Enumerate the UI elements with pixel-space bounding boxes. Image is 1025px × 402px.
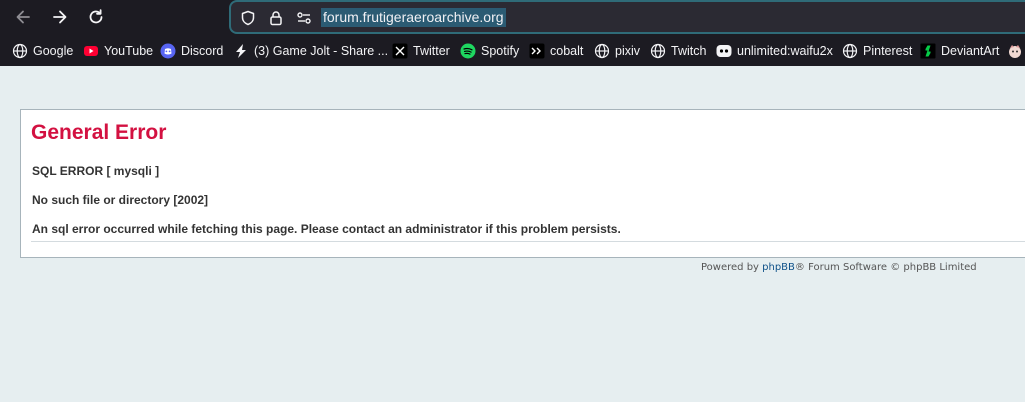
bookmark-label: pixiv (615, 44, 641, 58)
cobalt-icon (529, 43, 545, 59)
footer-suffix: ® Forum Software © phpBB Limited (794, 262, 977, 273)
youtube-icon (83, 43, 99, 59)
phpbb-link[interactable]: phpBB (762, 262, 795, 273)
bookmark-cobalt[interactable]: cobalt (529, 41, 583, 61)
lock-icon[interactable] (267, 9, 285, 27)
bookmark-pinterest[interactable]: Pinterest (842, 41, 912, 61)
globe-icon (842, 43, 858, 59)
bookmark-discord[interactable]: Discord (160, 41, 223, 61)
back-button[interactable] (9, 3, 37, 31)
error-detail-text: No such file or directory [2002] (32, 193, 209, 207)
bookmark-label: Spotify (481, 44, 520, 58)
globe-icon (12, 43, 28, 59)
bookmarks-bar: Google YouTube Discord (3) Game Jolt - S… (0, 38, 1025, 64)
page-title: General Error (31, 121, 167, 144)
bookmark-label: Discord (181, 44, 224, 58)
globe-icon (650, 43, 666, 59)
reload-button[interactable] (82, 3, 110, 31)
pet-icon (1007, 43, 1023, 59)
bookmark-youtube[interactable]: YouTube (83, 41, 153, 61)
bookmark-twitter[interactable]: Twitter (392, 41, 450, 61)
bookmark-waifu2x[interactable]: unlimited:waifu2x (716, 41, 833, 61)
bookmark-label: cobalt (550, 44, 584, 58)
forward-button[interactable] (46, 3, 74, 31)
bookmark-google[interactable]: Google (12, 41, 73, 61)
deviantart-icon (920, 43, 936, 59)
bookmark-label: YouTube (104, 44, 154, 58)
browser-chrome: forum.frutigeraeroarchive.org Google You… (0, 0, 1025, 66)
bookmark-label: Twitter (413, 44, 450, 58)
arrow-left-icon (16, 10, 30, 24)
bookmark-spotify[interactable]: Spotify (460, 41, 519, 61)
discord-icon (160, 43, 176, 59)
address-bar[interactable]: forum.frutigeraeroarchive.org (229, 0, 1025, 34)
bookmark-label: Twitch (671, 44, 707, 58)
bookmark-deviantart[interactable]: DeviantArt (920, 41, 999, 61)
url-text[interactable]: forum.frutigeraeroarchive.org (321, 8, 506, 27)
spotify-icon (460, 43, 476, 59)
bookmark-gamejolt[interactable]: (3) Game Jolt - Share ... (233, 41, 388, 61)
bookmark-label: DeviantArt (941, 44, 1000, 58)
sql-error-text: SQL ERROR [ mysqli ] (32, 164, 160, 178)
arrow-right-icon (53, 10, 67, 24)
footer-prefix: Powered by (701, 262, 763, 273)
shield-icon[interactable] (239, 9, 257, 27)
gamejolt-icon (233, 43, 249, 59)
x-icon (392, 43, 408, 59)
bookmark-label: (3) Game Jolt - Share ... (254, 44, 389, 58)
bookmark-pixiv[interactable]: pixiv (594, 41, 640, 61)
permissions-icon[interactable] (295, 9, 313, 27)
reload-icon (89, 9, 103, 24)
bookmark-twitch[interactable]: Twitch (650, 41, 706, 61)
waifu2x-icon (716, 43, 732, 59)
browser-toolbar: forum.frutigeraeroarchive.org (0, 0, 1025, 34)
error-panel: General Error SQL ERROR [ mysqli ] No su… (20, 109, 1025, 258)
bookmark-overflow[interactable] (1007, 41, 1023, 61)
globe-icon (594, 43, 610, 59)
error-message-text: An sql error occurred while fetching thi… (32, 222, 621, 236)
footer-copyright: Powered by phpBB® Forum Software © phpBB… (701, 262, 977, 273)
divider (31, 241, 1025, 242)
bookmark-label: Google (33, 44, 74, 58)
bookmark-label: Pinterest (863, 44, 913, 58)
bookmark-label: unlimited:waifu2x (737, 44, 833, 58)
